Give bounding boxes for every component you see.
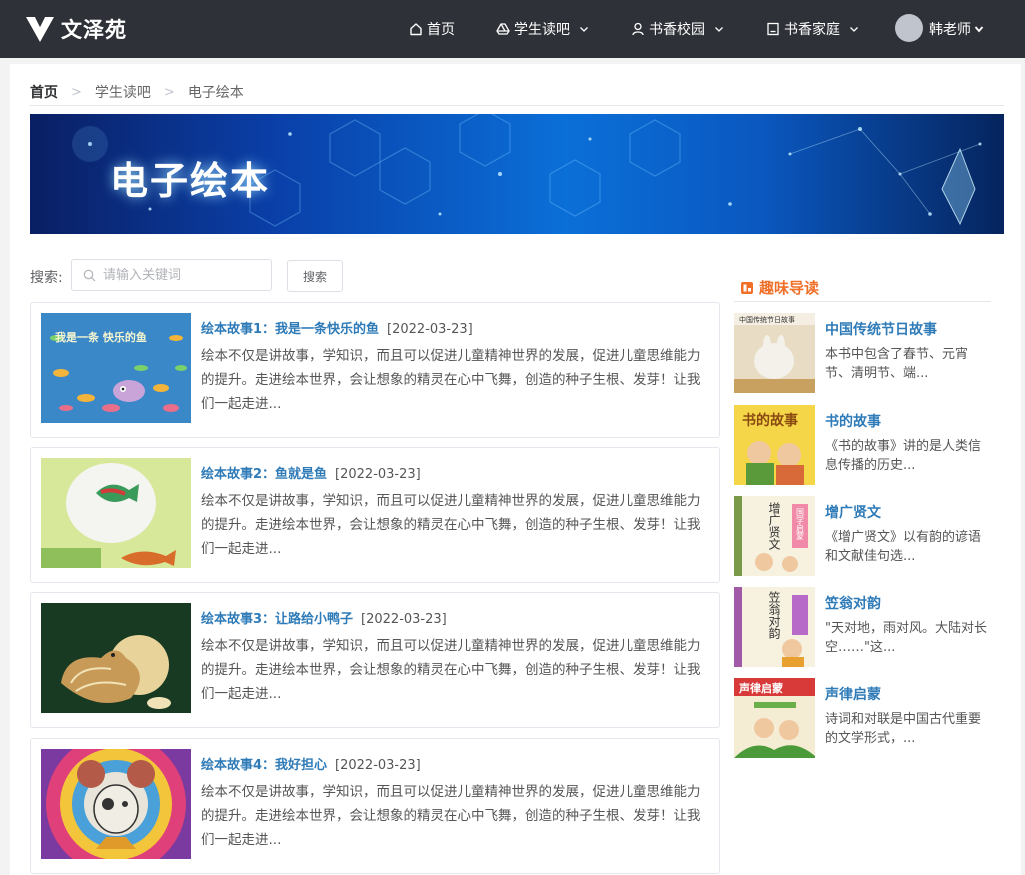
logo-v-icon bbox=[26, 17, 54, 42]
banner-title: 电子绘本 bbox=[110, 159, 271, 203]
home-icon bbox=[410, 23, 422, 36]
book-list-icon bbox=[741, 281, 753, 294]
book-cover-image: 笠翁对韵 bbox=[734, 587, 815, 667]
story-card[interactable]: 我是一条 快乐的鱼 绘本故事1：我是一条快乐的鱼 [2022-03-23] 绘本… bbox=[30, 302, 720, 438]
story-thumbnail[interactable] bbox=[41, 458, 191, 568]
book-thumbnail[interactable]: 中国传统节日故事 bbox=[734, 313, 815, 393]
story-cover-image bbox=[41, 458, 191, 568]
book-description: 《书的故事》讲的是人类信息传播的历史... bbox=[825, 439, 982, 473]
user-icon bbox=[632, 22, 644, 36]
chevron-down-icon bbox=[850, 27, 858, 32]
book-thumbnail[interactable]: 书的故事 bbox=[734, 405, 815, 485]
breadcrumb: 首页 > 学生读吧 > 电子绘本 bbox=[30, 82, 244, 102]
caret-down-icon bbox=[974, 26, 984, 33]
story-cover-image: 我是一条 快乐的鱼 bbox=[41, 313, 191, 423]
book-thumbnail[interactable]: 笠翁对韵 bbox=[734, 587, 815, 667]
chevron-down-icon bbox=[715, 27, 723, 32]
story-title-link[interactable]: 绘本故事2：鱼就是鱼 bbox=[201, 463, 327, 482]
book-cover-image: 书的故事 bbox=[734, 405, 815, 485]
book-description: 诗词和对联是中国古代重要的文学形式，... bbox=[825, 712, 982, 746]
story-title-link[interactable]: 绘本故事3：让路给小鸭子 bbox=[201, 608, 353, 627]
story-thumbnail[interactable] bbox=[41, 749, 191, 859]
story-title-link[interactable]: 绘本故事1：我是一条快乐的鱼 bbox=[201, 318, 379, 337]
book-description: "天对地，雨对风。大陆对长空……"这... bbox=[825, 621, 987, 655]
story-cover-image bbox=[41, 749, 191, 859]
nav-home[interactable]: 首页 bbox=[409, 19, 455, 39]
divider bbox=[30, 105, 1004, 106]
book-cover-label: 国学启蒙 bbox=[796, 508, 805, 540]
top-navbar: 文泽苑 首页 学生读吧 书香校园 书香家庭 韩老师 bbox=[0, 0, 1025, 58]
story-thumbnail[interactable] bbox=[41, 603, 191, 713]
sidebar-book-item[interactable]: 书的故事 书的故事 《书的故事》讲的是人类信息传播的历史... bbox=[734, 405, 994, 485]
breadcrumb-current: 电子绘本 bbox=[187, 85, 244, 101]
page-banner: 电子绘本 bbox=[30, 114, 1004, 234]
site-logo[interactable]: 文泽苑 bbox=[26, 14, 127, 44]
book-title-link[interactable]: 声律启蒙 bbox=[825, 684, 881, 704]
user-name-label: 韩老师 bbox=[929, 22, 971, 38]
story-thumbnail[interactable]: 我是一条 快乐的鱼 bbox=[41, 313, 191, 423]
search-icon bbox=[83, 269, 96, 282]
book-cover-title: 笠翁对韵 bbox=[767, 590, 781, 640]
book-cover-title: 中国传统节日故事 bbox=[739, 315, 795, 324]
sidebar-book-item[interactable]: 中国传统节日故事 中国传统节日故事 本书中包含了春节、元宵节、清明节、端... bbox=[734, 313, 994, 393]
search-input[interactable] bbox=[103, 261, 268, 289]
book-cover-title: 声律启蒙 bbox=[738, 681, 783, 695]
book-title-link[interactable]: 笠翁对韵 bbox=[825, 593, 881, 613]
book-cover-image: 中国传统节日故事 bbox=[734, 313, 815, 393]
sidebar-title: 趣味导读 bbox=[759, 279, 820, 297]
nav-campus[interactable]: 书香校园 bbox=[631, 19, 724, 39]
story-card[interactable]: 绘本故事2：鱼就是鱼 [2022-03-23] 绘本不仅是讲故事，学知识，而且可… bbox=[30, 447, 720, 583]
avatar[interactable] bbox=[895, 14, 923, 42]
sidebar-header: 趣味导读 bbox=[740, 277, 819, 298]
drive-icon bbox=[496, 23, 510, 35]
nav-home-label: 首页 bbox=[427, 22, 455, 38]
sidebar-book-item[interactable]: 声律启蒙 声律启蒙 诗词和对联是中国古代重要的文学形式，... bbox=[734, 678, 994, 758]
story-card[interactable]: 绘本故事3：让路给小鸭子 [2022-03-23] 绘本不仅是讲故事，学知识，而… bbox=[30, 592, 720, 728]
story-date: [2022-03-23] bbox=[387, 322, 473, 337]
story-description: 绘本不仅是讲故事，学知识，而且可以促进儿童精神世界的发展，促进儿童思维能力的提升… bbox=[201, 784, 701, 848]
story-cover-title: 我是一条 快乐的鱼 bbox=[55, 330, 147, 344]
breadcrumb-student-reading[interactable]: 学生读吧 bbox=[95, 82, 151, 102]
search-button[interactable]: 搜索 bbox=[287, 260, 343, 292]
chevron-down-icon bbox=[580, 27, 588, 32]
story-description: 绘本不仅是讲故事，学知识，而且可以促进儿童精神世界的发展，促进儿童思维能力的提升… bbox=[201, 348, 701, 412]
nav-campus-label: 书香校园 bbox=[649, 22, 705, 38]
chevron-right-icon: > bbox=[163, 84, 175, 100]
story-date: [2022-03-23] bbox=[335, 758, 421, 773]
nav-family-label: 书香家庭 bbox=[784, 22, 840, 38]
sidebar-book-item[interactable]: 笠翁对韵 笠翁对韵 "天对地，雨对风。大陆对长空……"这... bbox=[734, 587, 994, 667]
divider bbox=[734, 301, 991, 302]
search-label: 搜索: bbox=[30, 270, 63, 286]
book-cover-image: 声律启蒙 bbox=[734, 678, 815, 758]
story-date: [2022-03-23] bbox=[335, 467, 421, 482]
story-card[interactable]: 绘本故事4：我好担心 [2022-03-23] 绘本不仅是讲故事，学知识，而且可… bbox=[30, 738, 720, 874]
book-cover-image: 增广贤文 国学启蒙 bbox=[734, 496, 815, 576]
book-title-link[interactable]: 中国传统节日故事 bbox=[825, 319, 937, 339]
search-field[interactable] bbox=[71, 259, 272, 291]
book-description: 《增广贤文》以有韵的谚语和文献佳句选... bbox=[825, 530, 982, 564]
logo-text: 文泽苑 bbox=[61, 18, 127, 42]
story-cover-image bbox=[41, 603, 191, 713]
nav-student-reading-label: 学生读吧 bbox=[514, 22, 570, 38]
notebook-icon bbox=[767, 22, 779, 36]
book-title-link[interactable]: 增广贤文 bbox=[825, 502, 881, 522]
book-cover-title: 书的故事 bbox=[742, 412, 798, 429]
story-description: 绘本不仅是讲故事，学知识，而且可以促进儿童精神世界的发展，促进儿童思维能力的提升… bbox=[201, 638, 701, 702]
chevron-right-icon: > bbox=[71, 84, 82, 100]
book-thumbnail[interactable]: 声律启蒙 bbox=[734, 678, 815, 758]
nav-student-reading[interactable]: 学生读吧 bbox=[496, 19, 589, 39]
sidebar-book-item[interactable]: 增广贤文 国学启蒙 增广贤文 《增广贤文》以有韵的谚语和文献佳句选... bbox=[734, 496, 994, 576]
book-title-link[interactable]: 书的故事 bbox=[825, 411, 881, 431]
book-description: 本书中包含了春节、元宵节、清明节、端... bbox=[825, 347, 969, 381]
user-menu[interactable]: 韩老师 bbox=[929, 19, 984, 39]
book-thumbnail[interactable]: 增广贤文 国学启蒙 bbox=[734, 496, 815, 576]
story-description: 绘本不仅是讲故事，学知识，而且可以促进儿童精神世界的发展，促进儿童思维能力的提升… bbox=[201, 493, 701, 557]
nav-family[interactable]: 书香家庭 bbox=[766, 19, 859, 39]
story-date: [2022-03-23] bbox=[361, 612, 447, 627]
story-title-link[interactable]: 绘本故事4：我好担心 bbox=[201, 754, 327, 773]
breadcrumb-home[interactable]: 首页 bbox=[30, 82, 58, 102]
book-cover-title: 增广贤文 bbox=[767, 502, 781, 550]
